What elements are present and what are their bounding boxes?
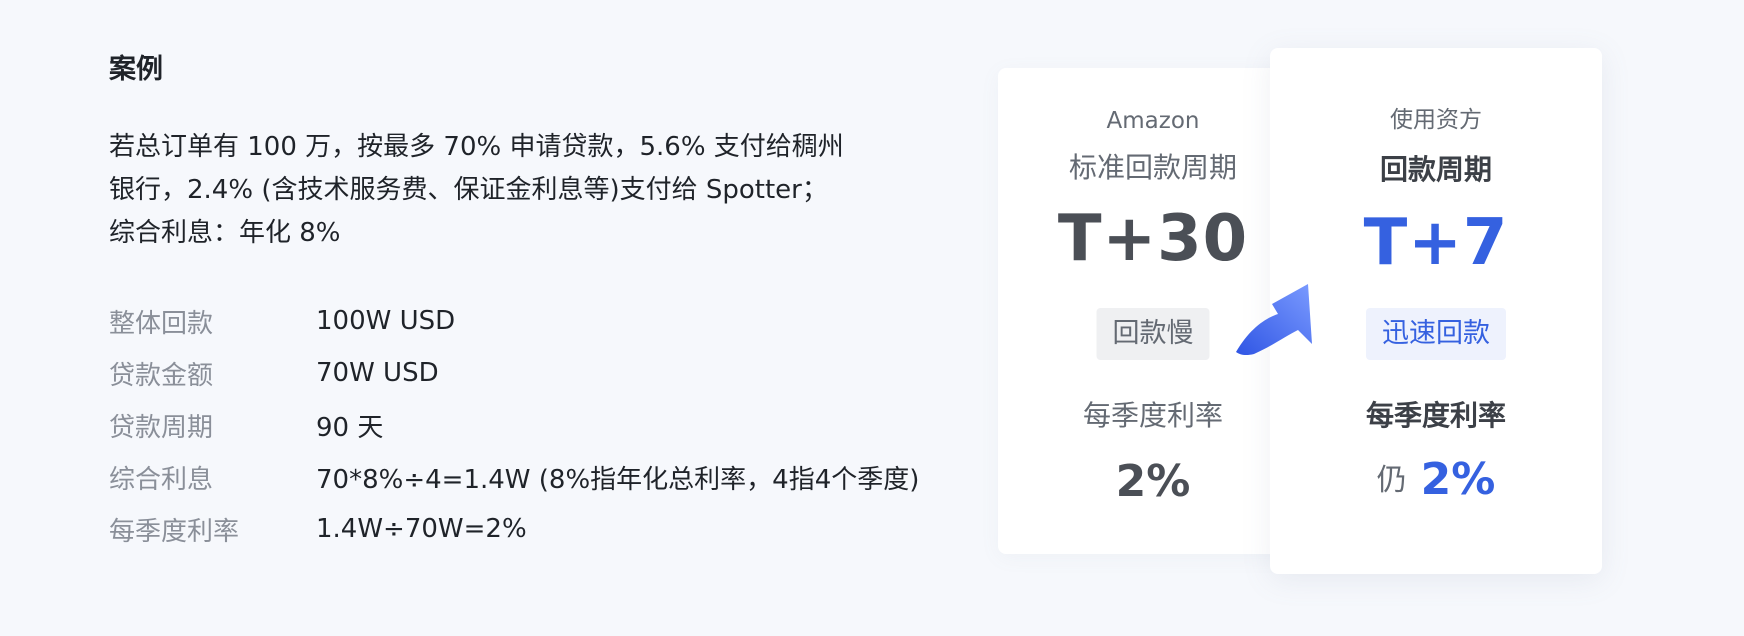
detail-value: 70*8%÷4=1.4W (8%指年化总利率，4指4个季度) xyxy=(316,464,920,495)
case-description-line: 若总订单有 100 万，按最多 70% 申请贷款，5.6% 支付给稠州 xyxy=(109,132,844,162)
case-title: 案例 xyxy=(109,54,163,85)
detail-label: 整体回款 xyxy=(109,308,214,339)
user-card: 使用资方 回款周期 T+7 迅速回款 每季度利率 仍 2% xyxy=(1270,48,1602,574)
amazon-card-title: Amazon xyxy=(1106,108,1200,134)
user-card-title: 使用资方 xyxy=(1390,107,1482,133)
user-rate: 仍 2% xyxy=(1270,454,1602,505)
detail-label: 每季度利率 xyxy=(109,516,240,547)
curved-up-right-arrow-icon xyxy=(1236,284,1312,356)
user-cycle-value: T+7 xyxy=(1363,206,1509,280)
detail-value: 90 天 xyxy=(316,412,384,443)
detail-row-total-interest: 综合利息 70*8%÷4=1.4W (8%指年化总利率，4指4个季度) xyxy=(109,451,989,503)
detail-row-quarterly-rate: 每季度利率 1.4W÷70W=2% xyxy=(109,503,989,555)
user-rate-label: 每季度利率 xyxy=(1365,399,1506,432)
detail-label: 贷款周期 xyxy=(109,412,214,443)
case-detail-list: 整体回款 100W USD 贷款金额 70W USD 贷款周期 90 天 综合利… xyxy=(109,295,989,555)
amazon-rate-value: 2% xyxy=(1115,456,1191,507)
detail-value: 1.4W÷70W=2% xyxy=(316,514,527,544)
amazon-status-badge: 回款慢 xyxy=(1096,308,1210,360)
user-rate-prefix: 仍 xyxy=(1376,463,1407,498)
user-cycle-label: 回款周期 xyxy=(1379,153,1492,186)
case-description-line: 银行，2.4% (含技术服务费、保证金利息等)支付给 Spotter； xyxy=(109,175,828,205)
case-section: 案例 若总订单有 100 万，按最多 70% 申请贷款，5.6% 支付给稠州 银… xyxy=(109,48,989,555)
user-rate-value: 2% xyxy=(1420,454,1496,505)
detail-label: 综合利息 xyxy=(109,464,214,495)
case-description-line: 综合利息：年化 8% xyxy=(109,218,341,248)
amazon-rate-label: 每季度利率 xyxy=(1082,399,1223,432)
amazon-cycle-label: 标准回款周期 xyxy=(1068,151,1237,184)
amazon-cycle-value: T+30 xyxy=(1057,202,1249,276)
detail-row-loan-period: 贷款周期 90 天 xyxy=(109,399,989,451)
detail-value: 70W USD xyxy=(316,358,439,388)
detail-row-loan-amount: 贷款金额 70W USD xyxy=(109,347,989,399)
detail-value: 100W USD xyxy=(316,306,456,336)
page: 案例 若总订单有 100 万，按最多 70% 申请贷款，5.6% 支付给稠州 银… xyxy=(0,0,1744,636)
detail-label: 贷款金额 xyxy=(109,360,214,391)
detail-row-total-payback: 整体回款 100W USD xyxy=(109,295,989,347)
user-status-badge: 迅速回款 xyxy=(1366,308,1506,360)
case-description: 若总订单有 100 万，按最多 70% 申请贷款，5.6% 支付给稠州 银行，2… xyxy=(109,126,989,255)
